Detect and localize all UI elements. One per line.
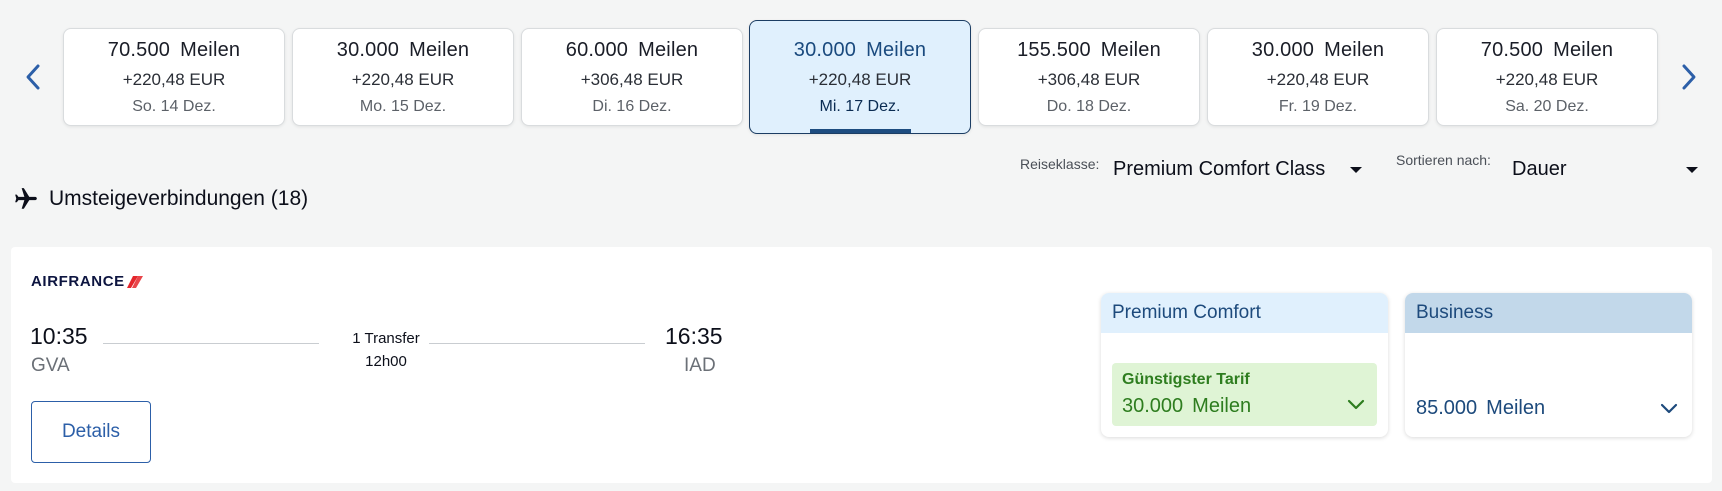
date-miles: 30.000 Meilen	[1251, 39, 1385, 61]
cheapest-fare-tag: Günstigster Tarif	[1122, 371, 1250, 388]
date-day: Di. 16 Dez.	[592, 98, 672, 115]
date-day: Mo. 15 Dez.	[359, 98, 447, 115]
date-eur: +220,48 EUR	[351, 70, 455, 89]
airline-name: AIRFRANCE	[31, 273, 125, 290]
fare-premium-comfort[interactable]: Premium Comfort Günstigster Tarif 30.000…	[1101, 293, 1388, 437]
airplane-icon	[15, 188, 37, 209]
date-eur: +306,48 EUR	[1037, 70, 1141, 89]
fare-premium-title: Premium Comfort	[1101, 293, 1388, 333]
sort-caret-icon[interactable]	[1686, 167, 1698, 173]
sort-filter-select[interactable]: Dauer	[1512, 158, 1566, 181]
date-card-so-14[interactable]: 70.500 Meilen +220,48 EUR So. 14 Dez.	[63, 28, 285, 126]
date-card-sa-20[interactable]: 70.500 Meilen +220,48 EUR Sa. 20 Dez.	[1436, 28, 1658, 126]
date-miles: 60.000 Meilen	[565, 39, 699, 61]
route-line-left	[103, 343, 319, 344]
airline-stripe-icon	[126, 275, 143, 288]
flight-card: AIRFRANCE 10:35 GVA 1 Transfer 12h00 16:…	[11, 247, 1712, 483]
class-filter-select[interactable]: Premium Comfort Class	[1113, 158, 1325, 181]
chevron-left-icon	[26, 64, 40, 90]
transfer-count: 1 Transfer	[352, 330, 420, 347]
date-card-di-16[interactable]: 60.000 Meilen +306,48 EUR Di. 16 Dez.	[521, 28, 743, 126]
chevron-right-icon	[1682, 64, 1696, 90]
date-day: Do. 18 Dez.	[1046, 98, 1132, 115]
arrival-airport: IAD	[684, 355, 716, 376]
date-card-mo-15[interactable]: 30.000 Meilen +220,48 EUR Mo. 15 Dez.	[292, 28, 514, 126]
date-eur: +220,48 EUR	[122, 70, 226, 89]
date-miles: 155.500 Meilen	[1017, 39, 1161, 61]
route-line-right	[429, 343, 645, 344]
arrival-time: 16:35	[665, 323, 723, 349]
next-dates-button[interactable]	[1675, 60, 1703, 94]
departure-time: 10:35	[30, 323, 88, 349]
date-miles: 30.000 Meilen	[336, 39, 470, 61]
date-card-do-18[interactable]: 155.500 Meilen +306,48 EUR Do. 18 Dez.	[978, 28, 1200, 126]
date-card-fr-19[interactable]: 30.000 Meilen +220,48 EUR Fr. 19 Dez.	[1207, 28, 1429, 126]
date-miles: 70.500 Meilen	[107, 39, 241, 61]
date-day: Sa. 20 Dez.	[1505, 98, 1589, 115]
chevron-down-icon[interactable]	[1660, 403, 1678, 415]
class-caret-icon[interactable]	[1350, 167, 1362, 173]
date-day: Mi. 17 Dez.	[819, 98, 901, 115]
date-eur: +306,48 EUR	[580, 70, 684, 89]
prev-dates-button[interactable]	[19, 60, 47, 94]
sort-filter-label: Sortieren nach:	[1396, 152, 1491, 168]
premium-fare-miles: 30.000 Meilen	[1122, 395, 1252, 417]
fare-business[interactable]: Business 85.000 Meilen	[1405, 293, 1692, 437]
flight-duration: 12h00	[365, 353, 407, 370]
business-fare-miles: 85.000 Meilen	[1416, 397, 1546, 419]
date-miles: 70.500 Meilen	[1480, 39, 1614, 61]
selected-indicator	[810, 129, 911, 133]
date-day: Fr. 19 Dez.	[1278, 98, 1358, 115]
details-button[interactable]: Details	[31, 401, 151, 463]
date-miles: 30.000 Meilen	[793, 39, 927, 61]
departure-airport: GVA	[31, 355, 70, 376]
section-header: Umsteigeverbindungen (18)	[13, 186, 308, 212]
date-eur: +220,48 EUR	[808, 70, 912, 89]
cheapest-fare-option[interactable]: Günstigster Tarif 30.000 Meilen	[1112, 363, 1377, 426]
date-eur: +220,48 EUR	[1266, 70, 1370, 89]
airline-logo: AIRFRANCE	[31, 273, 143, 290]
date-eur: +220,48 EUR	[1495, 70, 1599, 89]
chevron-down-icon[interactable]	[1347, 399, 1365, 411]
fare-business-title: Business	[1405, 293, 1692, 333]
date-day: So. 14 Dez.	[132, 98, 216, 115]
class-filter-label: Reiseklasse:	[1020, 156, 1100, 172]
section-title: Umsteigeverbindungen (18)	[49, 187, 309, 210]
date-card-mi-17-selected[interactable]: 30.000 Meilen +220,48 EUR Mi. 17 Dez.	[749, 20, 971, 134]
